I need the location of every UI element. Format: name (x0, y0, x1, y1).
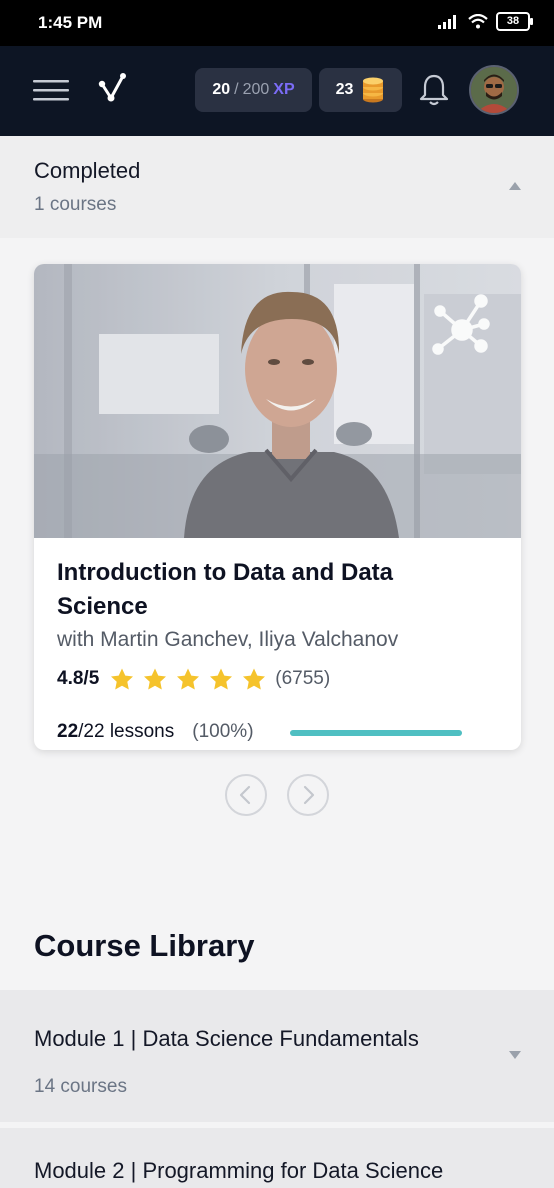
wifi-icon (468, 14, 488, 29)
star-icon (243, 668, 266, 690)
star-icon (210, 668, 233, 690)
module-item-2[interactable]: Module 2 | Programming for Data Science (0, 1128, 554, 1188)
completed-count: 1 courses (34, 194, 117, 215)
status-icons: 38 (438, 12, 533, 31)
star-icon (177, 668, 200, 690)
progress-percent: (100%) (192, 721, 254, 742)
xp-separator: / (234, 81, 239, 98)
progress-bar-fill (290, 730, 462, 736)
avatar[interactable] (469, 65, 519, 115)
logo-icon[interactable] (98, 72, 128, 104)
course-title[interactable]: Introduction to Data and Data Science (57, 556, 477, 624)
lesson-progress: 22/22 lessons (100%) (57, 721, 254, 743)
collapse-caret-icon[interactable] (509, 182, 521, 190)
chevron-left-icon (239, 785, 251, 805)
coin-count: 23 (335, 81, 354, 98)
course-library-heading: Course Library (34, 928, 255, 963)
star-icon (111, 668, 134, 690)
avatar-image (471, 67, 517, 113)
xp-unit: XP (273, 81, 295, 98)
lessons-total: /22 lessons (78, 721, 175, 742)
battery-icon: 38 (496, 12, 533, 31)
chevron-right-icon (303, 785, 315, 805)
xp-total: 200 (242, 81, 270, 98)
completed-title: Completed (34, 158, 141, 183)
menu-icon[interactable] (33, 78, 69, 102)
course-card[interactable]: Introduction to Data and Data Science wi… (34, 264, 521, 750)
signal-icon (438, 14, 456, 29)
app-header: 20/200 XP 23 (0, 46, 554, 136)
coin-counter[interactable]: 23 (319, 68, 402, 112)
coin-stack-icon (363, 77, 384, 103)
rating-count: (6755) (275, 668, 331, 689)
xp-current: 20 (212, 81, 231, 98)
lessons-count: 22/22 lessons (57, 721, 174, 743)
bell-icon[interactable] (418, 73, 450, 107)
progress-bar (290, 730, 462, 736)
completed-section-header[interactable]: Completed 1 courses (0, 136, 554, 238)
module-course-count: 14 courses (34, 1076, 127, 1097)
course-thumbnail (34, 264, 521, 538)
star-rating (109, 667, 267, 691)
status-bar: 1:45 PM 38 (0, 0, 554, 46)
rating-row: 4.8/5 (6755) (57, 664, 330, 694)
status-time: 1:45 PM (38, 13, 103, 32)
lessons-done: 22 (57, 721, 79, 742)
course-photo (34, 264, 521, 538)
module-title: Module 2 | Programming for Data Science (34, 1158, 444, 1183)
rating-value: 4.8/5 (57, 668, 100, 689)
module-title: Module 1 | Data Science Fundamentals (34, 1026, 419, 1051)
module-item-1[interactable]: Module 1 | Data Science Fundamentals 14 … (0, 990, 554, 1122)
expand-caret-icon[interactable] (509, 1051, 521, 1059)
star-icon (144, 668, 167, 690)
carousel-prev-button[interactable] (225, 774, 267, 816)
course-author: with Martin Ganchev, Iliya Valchanov (57, 628, 399, 651)
xp-counter[interactable]: 20/200 XP (195, 68, 312, 112)
carousel-next-button[interactable] (287, 774, 329, 816)
